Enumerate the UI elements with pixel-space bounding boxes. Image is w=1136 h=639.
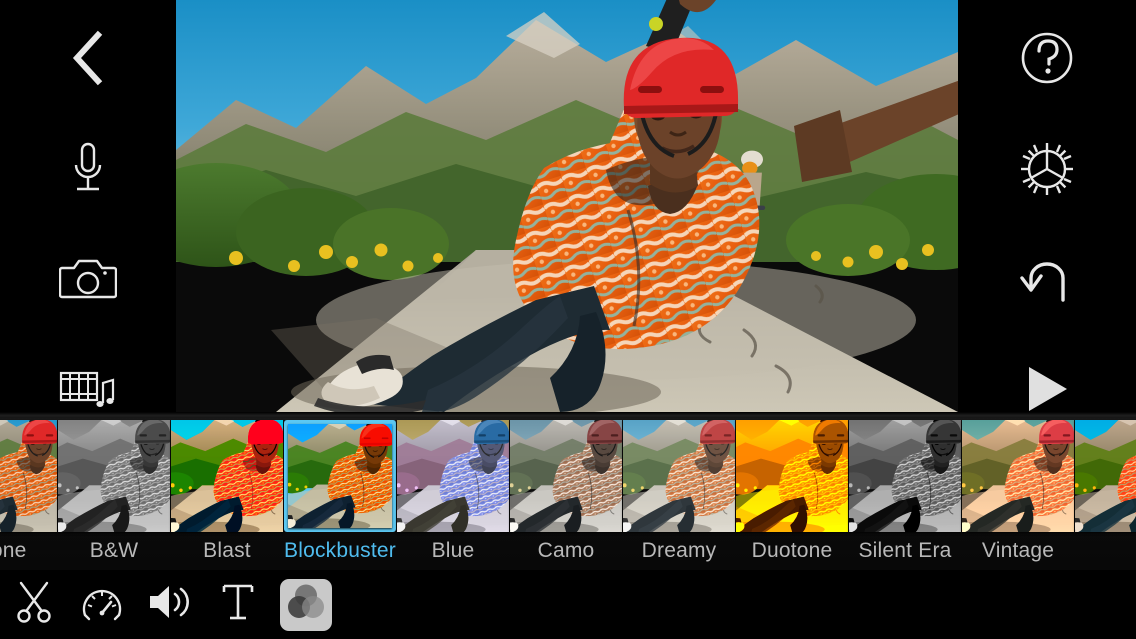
filter-thumbnail <box>288 424 392 528</box>
preview-frame <box>849 420 961 532</box>
question-circle-icon <box>1019 30 1075 86</box>
left-toolbar <box>0 0 176 418</box>
filter-thumbnail <box>397 420 509 532</box>
photo-button[interactable] <box>52 243 124 315</box>
preview-frame <box>1075 420 1136 532</box>
imovie-editor-screen: None <box>0 0 1136 639</box>
filter-thumbnail <box>962 420 1074 532</box>
filter-thumbnail <box>736 420 848 532</box>
right-toolbar <box>958 0 1136 418</box>
filter-label: Vintage <box>962 539 1074 563</box>
filter-item-vintage[interactable]: Vintage <box>962 418 1074 563</box>
filter-item-blast[interactable]: Blast <box>171 418 283 563</box>
bottom-toolbar <box>0 570 1136 639</box>
filter-label: Blast <box>171 539 283 563</box>
video-preview[interactable] <box>176 0 958 412</box>
filter-label: Camo <box>510 539 622 563</box>
filter-strip[interactable]: None <box>0 418 1136 570</box>
preview-frame <box>171 420 283 532</box>
film-music-icon <box>59 365 117 413</box>
filter-item-dreamy[interactable]: Dreamy <box>623 418 735 563</box>
preview-frame <box>623 420 735 532</box>
preview-frame <box>736 420 848 532</box>
filter-item-blockbuster[interactable]: Blockbuster <box>284 418 396 563</box>
filter-thumbnail-frame <box>962 420 1074 532</box>
filter-thumbnail-frame <box>284 420 396 532</box>
titles-button[interactable] <box>209 576 267 634</box>
filter-label: Silent Era <box>849 539 961 563</box>
chevron-left-icon <box>66 29 110 87</box>
undo-arrow-icon <box>1019 254 1075 304</box>
filter-label: Dreamy <box>623 539 735 563</box>
cut-button[interactable] <box>5 576 63 634</box>
filter-thumbnail-frame <box>623 420 735 532</box>
microphone-icon <box>65 141 111 197</box>
filter-list: None <box>0 418 1136 570</box>
filter-label: Blockbuster <box>284 539 396 563</box>
preview-frame <box>176 0 958 412</box>
settings-button[interactable] <box>1011 133 1083 205</box>
filter-thumbnail <box>510 420 622 532</box>
filter-thumbnail <box>623 420 735 532</box>
filter-thumbnail <box>0 420 57 532</box>
speaker-icon <box>147 582 193 627</box>
filter-thumbnail-frame <box>171 420 283 532</box>
filter-thumbnail <box>849 420 961 532</box>
filter-item-b-w[interactable]: B&W <box>58 418 170 563</box>
filter-thumbnail <box>1075 420 1136 532</box>
scissors-icon <box>14 580 54 629</box>
undo-button[interactable] <box>1011 243 1083 315</box>
filter-item-blue[interactable]: Blue <box>397 418 509 563</box>
filters-icon <box>286 582 326 627</box>
filter-item-duotone[interactable]: Duotone <box>736 418 848 563</box>
help-button[interactable] <box>1011 22 1083 94</box>
filter-thumbnail-frame <box>510 420 622 532</box>
preview-frame <box>397 420 509 532</box>
filter-thumbnail <box>58 420 170 532</box>
voiceover-button[interactable] <box>52 133 124 205</box>
filter-thumbnail-frame <box>849 420 961 532</box>
filter-thumbnail <box>171 420 283 532</box>
filter-label: Duotone <box>736 539 848 563</box>
volume-button[interactable] <box>141 576 199 634</box>
speed-button[interactable] <box>73 576 131 634</box>
preview-frame <box>0 420 57 532</box>
filter-thumbnail-frame <box>1075 420 1136 532</box>
filter-thumbnail-frame <box>397 420 509 532</box>
filter-item-silent-era[interactable]: Silent Era <box>849 418 961 563</box>
filter-label: Blue <box>397 539 509 563</box>
play-triangle-icon <box>1023 364 1071 414</box>
filter-thumbnail-frame <box>736 420 848 532</box>
speedometer-icon <box>81 581 123 628</box>
filter-item-none[interactable]: None <box>0 418 57 563</box>
filter-thumbnail-frame <box>0 420 57 532</box>
filter-thumbnail-frame <box>58 420 170 532</box>
filter-label: None <box>0 539 57 563</box>
filter-item-camo[interactable]: Camo <box>510 418 622 563</box>
back-button[interactable] <box>52 22 124 94</box>
preview-frame <box>58 420 170 532</box>
text-t-icon <box>220 581 256 628</box>
filter-item[interactable] <box>1075 418 1136 539</box>
gear-icon <box>1018 140 1076 198</box>
filters-button[interactable] <box>280 579 332 631</box>
preview-frame <box>510 420 622 532</box>
filter-label: B&W <box>58 539 170 563</box>
preview-frame <box>288 424 392 528</box>
preview-frame <box>962 420 1074 532</box>
camera-icon <box>59 256 117 302</box>
